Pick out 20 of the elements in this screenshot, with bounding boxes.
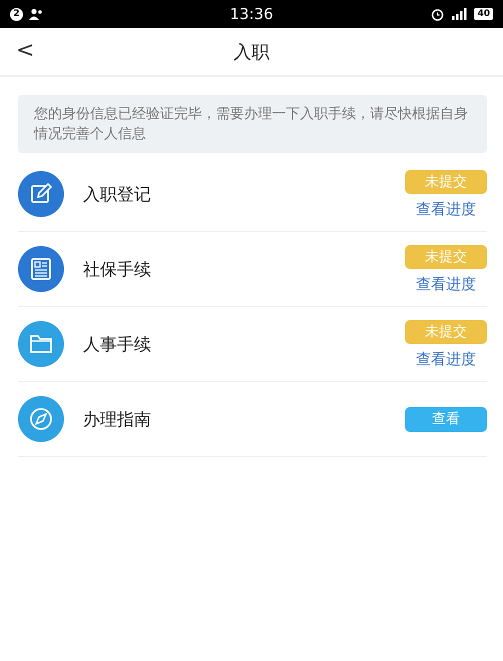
status-badge: 未提交 — [405, 170, 487, 194]
progress-link[interactable]: 查看进度 — [416, 200, 476, 218]
contacts-icon — [29, 8, 43, 20]
back-button[interactable]: < — [10, 36, 40, 65]
notice-message: 您的身份信息已经验证完毕，需要办理一下入职手续，请尽快根据自身情况完善个人信息 — [18, 95, 487, 153]
status-badge: 未提交 — [405, 244, 487, 268]
item-label: 社保手续 — [83, 258, 152, 280]
signal-icon — [450, 8, 468, 20]
item-label: 入职登记 — [83, 184, 152, 206]
notification-count: 2 — [10, 8, 23, 20]
item-label: 人事手续 — [83, 334, 152, 356]
item-label: 办理指南 — [83, 408, 152, 430]
clock-time: 13:36 — [230, 5, 274, 23]
progress-link[interactable]: 查看进度 — [416, 274, 476, 294]
alarm-icon — [431, 8, 444, 20]
progress-link[interactable]: 查看进度 — [416, 350, 476, 368]
view-button[interactable]: 查看 — [405, 406, 487, 432]
status-badge: 未提交 — [405, 320, 487, 344]
page-title: 入职 — [234, 40, 270, 64]
battery-level: 40 — [474, 8, 493, 20]
